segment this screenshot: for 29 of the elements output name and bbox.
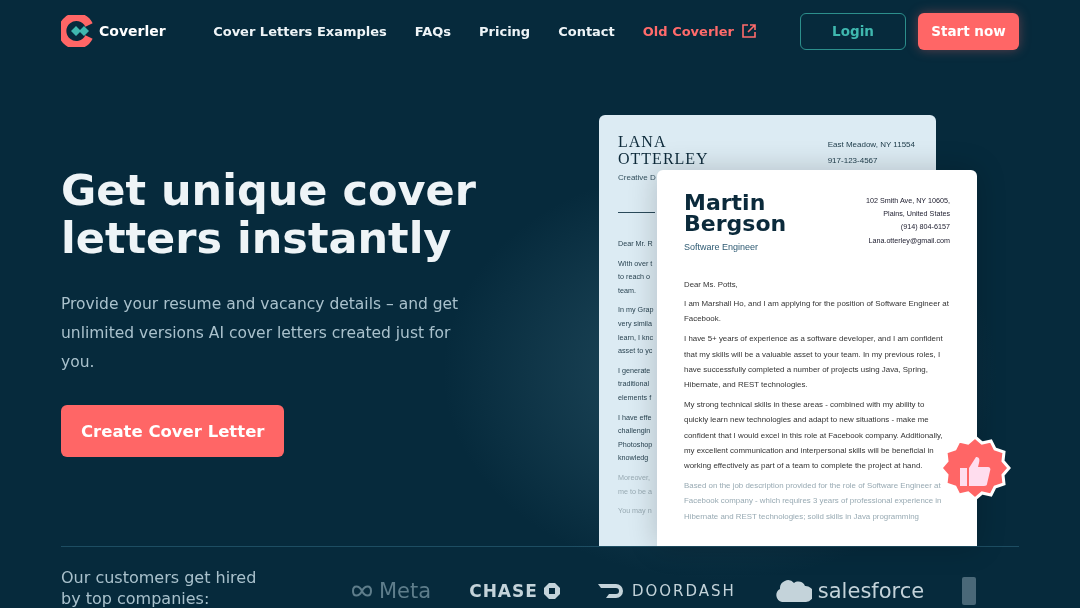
external-link-icon — [742, 24, 756, 38]
letter-name: LANA — [618, 133, 668, 150]
hero-title: Get unique cover letters instantly — [61, 166, 477, 262]
nav-link[interactable]: Pricing — [479, 23, 531, 39]
letter-name: Bergson — [684, 213, 787, 234]
company-logo: Meta — [379, 579, 432, 603]
customers-caption: Our customers get hired by top companies: — [61, 567, 258, 608]
letter-name: Martin — [684, 192, 767, 213]
nav-link[interactable]: Contact — [558, 23, 615, 39]
login-button[interactable]: Login — [800, 12, 906, 50]
company-logo: DOORDASH — [631, 582, 736, 600]
nav-link[interactable]: Old Coverler — [642, 23, 756, 39]
logo-fragment-icon — [962, 577, 977, 605]
nav-link[interactable]: FAQs — [414, 23, 452, 39]
infinity-icon — [351, 584, 373, 598]
dash-icon — [597, 583, 626, 599]
hero-subtitle: Provide your resume and vacancy details – and get unlimited versions AI cover letters created just for you. — [61, 294, 460, 373]
company-logo: salesforce — [817, 579, 925, 603]
logo-icon[interactable] — [61, 15, 93, 47]
company-logo: CHASE — [469, 581, 538, 601]
letter-role: Creative D — [618, 173, 657, 182]
letter-contact: 917-123-4567 — [827, 155, 879, 167]
letter-contact: East Meadow, NY 11554 — [827, 139, 915, 151]
letter-role: Software Engineer — [684, 242, 760, 252]
cloud-icon — [773, 578, 812, 604]
brand-name[interactable]: Coverler — [99, 23, 166, 39]
octagon-icon — [543, 583, 560, 599]
letter-name: OTTERLEY — [618, 150, 709, 167]
nav-link[interactable]: Cover Letters Examples — [213, 23, 387, 39]
